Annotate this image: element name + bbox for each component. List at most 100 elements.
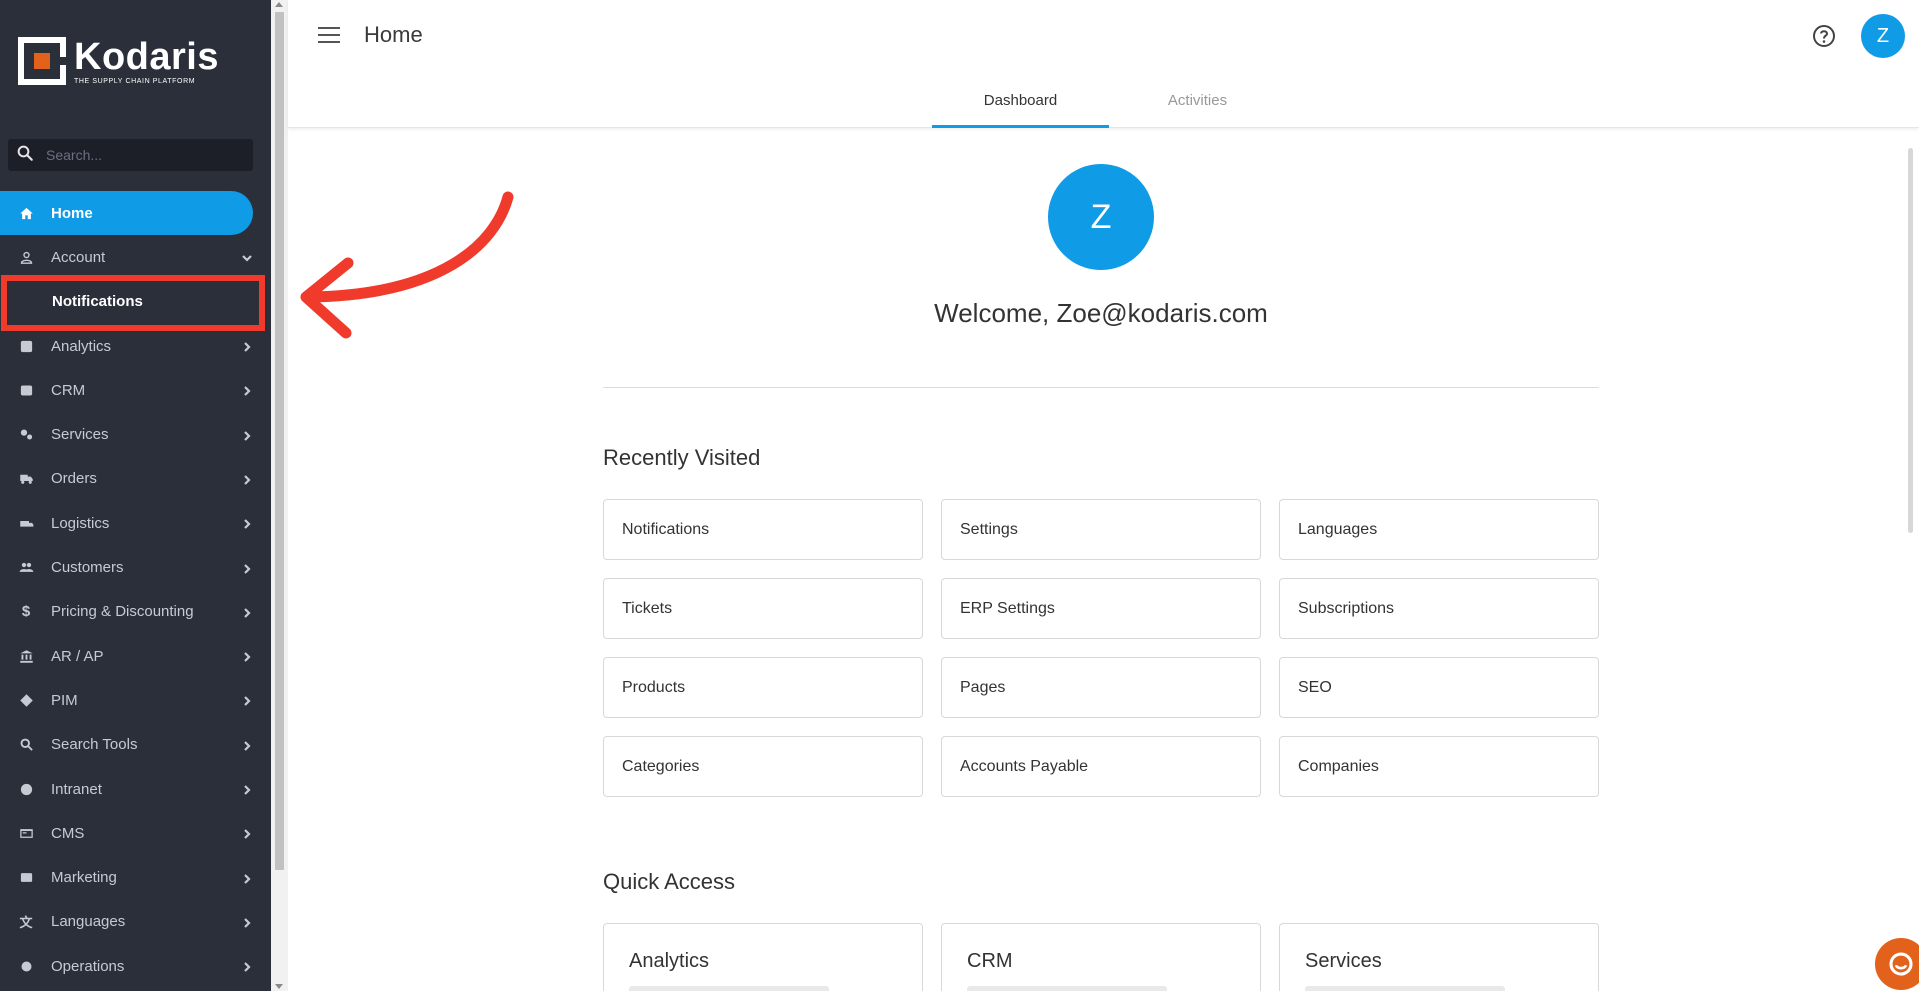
recent-link-settings[interactable]: Settings — [941, 499, 1261, 560]
sidebar-item-label: Analytics — [51, 337, 112, 355]
sidebar-item-label: AR / AP — [51, 647, 104, 665]
chevron-down-icon — [241, 251, 253, 263]
operations-icon — [18, 958, 34, 974]
help-icon[interactable] — [1812, 24, 1836, 48]
recent-link-seo[interactable]: SEO — [1279, 657, 1599, 718]
sidebar-scrollbar[interactable] — [271, 0, 288, 991]
quick-access-services[interactable]: Services — [1279, 923, 1599, 991]
tag-icon — [18, 692, 34, 708]
quick-access-crm[interactable]: CRM — [941, 923, 1261, 991]
divider — [603, 387, 1599, 388]
recent-link-companies[interactable]: Companies — [1279, 736, 1599, 797]
sidebar-item-label: Search Tools — [51, 736, 138, 754]
recent-link-erp-settings[interactable]: ERP Settings — [941, 578, 1261, 639]
sidebar-item-services[interactable]: Services — [0, 412, 271, 456]
sidebar-item-label: CRM — [51, 381, 86, 399]
sidebar-item-label: CMS — [51, 824, 85, 842]
home-icon — [18, 205, 34, 221]
sidebar-item-label: Logistics — [51, 514, 110, 532]
welcome-message: Welcome, Zoe@kodaris.com — [934, 298, 1268, 328]
bank-icon — [18, 648, 34, 664]
sidebar-item-label: Customers — [51, 559, 124, 577]
sidebar-item-account[interactable]: Account — [0, 235, 271, 279]
sidebar-item-crm[interactable]: CRM — [0, 368, 271, 412]
crm-icon — [18, 382, 34, 398]
tab-activities[interactable]: Activities — [1109, 82, 1286, 128]
quick-access-analytics[interactable]: Analytics — [603, 923, 923, 991]
quick-access-label: Analytics — [629, 950, 710, 972]
sidebar-item-home[interactable]: Home — [0, 191, 253, 236]
top-header: Home Z Dashboard Activities — [288, 0, 1919, 128]
sidebar-item-orders[interactable]: Orders — [0, 457, 271, 501]
analytics-icon — [18, 338, 34, 354]
chevron-right-icon — [241, 473, 253, 485]
sidebar-item-ar-ap[interactable]: AR / AP — [0, 634, 271, 678]
sidebar-item-cms[interactable]: CMS — [0, 811, 271, 855]
quick-access-title: Quick Access — [603, 869, 736, 894]
sidebar-item-marketing[interactable]: Marketing — [0, 855, 271, 899]
hamburger-menu-icon[interactable] — [318, 27, 340, 47]
recent-link-accounts-payable[interactable]: Accounts Payable — [941, 736, 1261, 797]
sidebar-item-label: Pricing & Discounting — [51, 603, 194, 621]
logo-tagline: THE SUPPLY CHAIN PLATFORM — [74, 77, 196, 85]
scroll-down-icon[interactable] — [275, 984, 283, 989]
user-avatar[interactable]: Z — [1861, 14, 1905, 58]
chevron-right-icon — [241, 606, 253, 618]
logo-mark-icon — [18, 37, 66, 85]
sidebar-item-operations[interactable]: Operations — [0, 944, 271, 988]
sidebar-item-label: Operations — [51, 957, 125, 975]
profile-avatar: Z — [1048, 164, 1154, 270]
sidebar-item-languages[interactable]: 文 Languages — [0, 900, 271, 944]
recently-visited-grid: Notifications Settings Languages Tickets… — [603, 499, 1599, 797]
recent-link-products[interactable]: Products — [603, 657, 923, 718]
services-icon — [18, 427, 34, 443]
chevron-right-icon — [241, 429, 253, 441]
sidebar-item-search-tools[interactable]: Search Tools — [0, 723, 271, 767]
sidebar-item-label: Orders — [51, 470, 97, 488]
sidebar-item-label: Services — [51, 426, 109, 444]
sidebar-item-label: Languages — [51, 913, 126, 931]
chat-bubble-icon[interactable] — [1875, 938, 1919, 990]
recent-link-languages[interactable]: Languages — [1279, 499, 1599, 560]
sidebar-search-input[interactable] — [46, 147, 246, 163]
cms-icon — [18, 825, 34, 841]
chevron-right-icon — [241, 783, 253, 795]
sidebar-item-label: Intranet — [51, 780, 102, 798]
chevron-right-icon — [241, 694, 253, 707]
quick-access-label: CRM — [967, 950, 1013, 972]
chevron-right-icon — [241, 916, 253, 928]
tab-bar: Dashboard Activities — [932, 82, 1286, 128]
globe-icon — [18, 781, 34, 797]
dollar-icon: $ — [21, 603, 31, 621]
page-title: Home — [364, 22, 423, 47]
quick-access-grid: Analytics CRM Services — [603, 923, 1599, 991]
sidebar-item-logistics[interactable]: Logistics — [0, 501, 271, 545]
recently-visited-title: Recently Visited — [603, 445, 761, 470]
chevron-right-icon — [241, 827, 253, 840]
sidebar-item-pricing[interactable]: $ Pricing & Discounting — [0, 590, 271, 634]
recent-link-categories[interactable]: Categories — [603, 736, 923, 797]
sidebar-item-pim[interactable]: PIM — [0, 678, 271, 722]
main-scrollbar-thumb[interactable] — [1908, 148, 1913, 533]
sidebar-search — [8, 139, 253, 171]
sidebar-item-label: Account — [51, 248, 106, 266]
tab-dashboard[interactable]: Dashboard — [932, 82, 1109, 128]
recent-link-tickets[interactable]: Tickets — [603, 578, 923, 639]
sidebar-item-label: Home — [51, 204, 93, 222]
scrollbar-thumb[interactable] — [275, 12, 284, 870]
recent-link-pages[interactable]: Pages — [941, 657, 1261, 718]
main-scrollbar[interactable] — [1901, 128, 1919, 991]
chevron-right-icon — [241, 872, 253, 884]
chevron-right-icon — [241, 562, 253, 574]
recent-link-notifications[interactable]: Notifications — [603, 499, 923, 560]
annotation-highlight-box — [1, 275, 265, 331]
sidebar: Kodaris THE SUPPLY CHAIN PLATFORM Home A… — [0, 0, 271, 991]
marketing-icon — [18, 870, 34, 886]
chevron-right-icon — [241, 650, 253, 662]
scroll-up-icon[interactable] — [275, 2, 283, 7]
kodaris-logo[interactable]: Kodaris THE SUPPLY CHAIN PLATFORM — [18, 36, 228, 86]
sidebar-item-customers[interactable]: Customers — [0, 545, 271, 589]
sidebar-item-label: PIM — [51, 691, 78, 709]
sidebar-item-intranet[interactable]: Intranet — [0, 767, 271, 811]
recent-link-subscriptions[interactable]: Subscriptions — [1279, 578, 1599, 639]
